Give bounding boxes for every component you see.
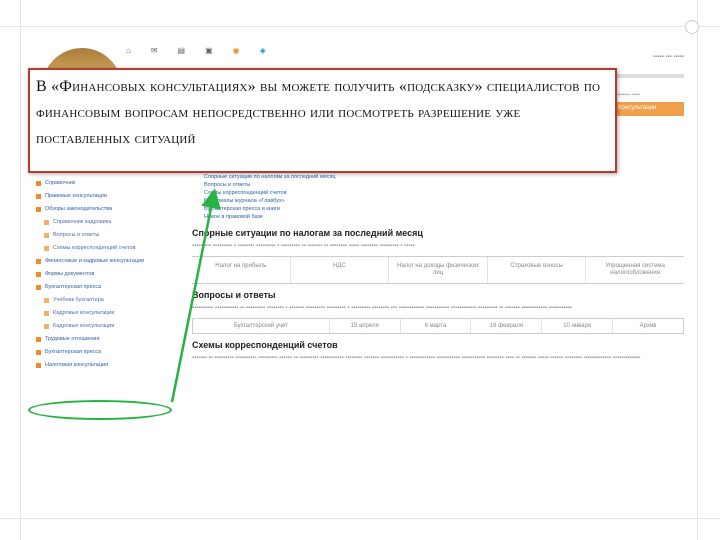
sidebar-item-label: Кадровые консультации xyxy=(53,310,115,316)
sidebar-item-label: Формы документов xyxy=(45,271,95,277)
sidebar-item[interactable]: Кадровые консультации xyxy=(36,323,174,330)
callout-text: В «Финансовых консультациях» вы можете п… xyxy=(36,78,601,147)
top-toolbar: ⌂ ✉ ▤ ▣ ◉ ◈ xyxy=(126,46,266,55)
top-right-links: ▪▪▪▪▪ ▪▪▪ ▪▪▪▪▪ xyxy=(653,54,684,60)
section-disputes-description: ▪▪▪▪▪▪▪▪▪ ▪▪▪▪▪▪▪▪▪ ▪ ▪▪▪▪▪▪▪▪ ▪▪▪▪▪▪▪▪▪… xyxy=(192,243,415,249)
section-qa-description: ▪▪▪▪▪▪▪▪▪▪ ▪▪▪▪▪▪▪▪▪▪▪ ▪▪ ▪▪▪▪▪▪▪▪▪ ▪▪▪▪… xyxy=(192,305,573,311)
bullet-icon xyxy=(36,181,41,186)
sidebar-item[interactable]: Бухгалтерская пресса xyxy=(36,349,174,356)
section-menu-item[interactable]: Бухгалтерская пресса и книги xyxy=(204,206,684,212)
sidebar-item-label: Учебник бухгалтера xyxy=(53,297,104,303)
bullet-icon xyxy=(44,311,49,316)
bullet-icon xyxy=(44,324,49,329)
right-panel: ▪▪▪▪▪▪▪▪▪▪ ▪▪▪▪▪ Консультации xyxy=(612,74,684,116)
sidebar-item-label: Бухгалтерская пресса xyxy=(45,284,102,290)
sidebar-item-label: Кадровые консультации xyxy=(53,323,115,329)
section-menu-item[interactable]: Схемы корреспонденций счетов xyxy=(204,190,684,196)
qa-date-link[interactable]: 6 марта xyxy=(401,319,472,333)
bullet-icon xyxy=(44,246,49,251)
bullet-icon xyxy=(44,220,49,225)
sitemap-icon[interactable]: ▤ xyxy=(178,46,186,55)
sidebar-item-label: Налоговая консультация xyxy=(45,362,109,368)
sidebar-item[interactable]: Схемы корреспонденций счетов xyxy=(36,245,174,252)
tax-category-link[interactable]: Упрощенная система налогообложения xyxy=(586,257,684,283)
section-menu-item[interactable]: Материалы журнала «Главбух» xyxy=(204,198,684,204)
sidebar-item-label: Схемы корреспонденций счетов xyxy=(53,245,136,251)
sidebar-item-label: Вопросы и ответы xyxy=(53,232,100,238)
section-schemes-description: ▪▪▪▪▪▪▪ ▪▪ ▪▪▪▪▪▪▪▪▪ ▪▪▪▪▪▪▪▪▪▪ ▪▪▪▪▪▪▪▪… xyxy=(192,355,641,361)
qa-dates-row: Бухгалтерский учет 15 апреля 6 марта 16 фев… xyxy=(192,318,684,334)
sidebar-nav: Справочник Правовые консультации Обзоры за… xyxy=(36,180,174,375)
qa-row-title: Бухгалтерский учет xyxy=(193,319,330,333)
sidebar-item[interactable]: Финансовые и кадровые консультации xyxy=(36,258,174,265)
qa-date-link[interactable]: 15 апреля xyxy=(330,319,401,333)
bullet-icon xyxy=(36,337,41,342)
sidebar-item-label: Обзоры законодательства xyxy=(45,206,113,212)
sidebar-item[interactable]: Справочник кадровика xyxy=(36,219,174,226)
slide-border-left xyxy=(20,0,21,540)
tax-category-link[interactable]: НДС xyxy=(291,257,390,283)
qa-date-link[interactable]: Архив xyxy=(613,319,683,333)
main-content: Спорные ситуации по налогам за последний… xyxy=(192,174,684,368)
section-menu-item[interactable]: Спорные ситуации по налогам за последний… xyxy=(204,174,684,180)
sidebar-item[interactable]: Трудовые отношения xyxy=(36,336,174,343)
sidebar-item[interactable]: Учебник бухгалтера xyxy=(36,297,174,304)
sidebar-item[interactable]: Налоговая консультация xyxy=(36,362,174,369)
help-icon[interactable]: ◈ xyxy=(260,46,266,55)
sidebar-item-label: Финансовые и кадровые консультации xyxy=(45,258,145,264)
bullet-icon xyxy=(36,285,41,290)
bullet-icon xyxy=(36,194,41,199)
callout-box: В «Финансовых консультациях» вы можете п… xyxy=(28,68,617,173)
sidebar-item[interactable]: Бухгалтерская пресса xyxy=(36,284,174,291)
bullet-icon xyxy=(36,207,41,212)
tax-category-link[interactable]: Налог на доходы физических лиц xyxy=(389,257,488,283)
bullet-icon xyxy=(36,363,41,368)
qa-date-link[interactable]: 16 февраля xyxy=(471,319,543,333)
sidebar-item[interactable]: Формы документов xyxy=(36,271,174,278)
tax-category-link[interactable]: Страховые взносы xyxy=(488,257,587,283)
tax-category-link[interactable]: Налог на прибыль xyxy=(192,257,291,283)
mail-icon[interactable]: ✉ xyxy=(151,46,158,55)
sidebar-item-label: Правовые консультации xyxy=(45,193,107,199)
print-icon[interactable]: ▣ xyxy=(205,46,213,55)
section-menu-item[interactable]: Вопросы и ответы xyxy=(204,182,684,188)
section-menu: Спорные ситуации по налогам за последний… xyxy=(204,174,684,220)
home-icon[interactable]: ⌂ xyxy=(126,46,131,55)
slide-border-bottom xyxy=(0,518,720,519)
slide-border-top xyxy=(0,26,720,27)
tax-categories-table: Налог на прибыль НДС Налог на доходы физич… xyxy=(192,256,684,284)
bullet-icon xyxy=(44,298,49,303)
sidebar-item-label: Трудовые отношения xyxy=(45,336,100,342)
section-menu-item[interactable]: Новое в правовой базе xyxy=(204,214,684,220)
consultations-button[interactable]: Консультации xyxy=(612,102,684,116)
sidebar-item[interactable]: Вопросы и ответы xyxy=(36,232,174,239)
bullet-icon xyxy=(36,272,41,277)
section-qa-heading: Вопросы и ответы xyxy=(192,290,276,300)
sidebar-item-label: Бухгалтерская пресса xyxy=(45,349,102,355)
sidebar-item-label: Справочник xyxy=(45,180,76,186)
sidebar-item[interactable]: Правовые консультации xyxy=(36,193,174,200)
qa-date-link[interactable]: 10 января xyxy=(542,319,614,333)
bullet-icon xyxy=(36,350,41,355)
sidebar-item[interactable]: Справочник xyxy=(36,180,174,187)
section-schemes-heading: Схемы корреспонденций счетов xyxy=(192,340,338,350)
section-disputes-heading: Спорные ситуации по налогам за последний… xyxy=(192,228,423,238)
highlight-ellipse xyxy=(28,400,172,420)
sidebar-item[interactable]: Кадровые консультации xyxy=(36,310,174,317)
bullet-icon xyxy=(44,233,49,238)
rss-icon[interactable]: ◉ xyxy=(233,46,240,55)
right-panel-link[interactable]: ▪▪▪▪▪▪▪▪▪▪ ▪▪▪▪▪ xyxy=(612,92,684,98)
slide-corner-circle xyxy=(685,20,699,34)
sidebar-item-label: Справочник кадровика xyxy=(53,219,112,225)
bullet-icon xyxy=(36,259,41,264)
sidebar-item[interactable]: Обзоры законодательства xyxy=(36,206,174,213)
search-field[interactable] xyxy=(612,74,684,78)
slide-border-right xyxy=(697,0,698,540)
